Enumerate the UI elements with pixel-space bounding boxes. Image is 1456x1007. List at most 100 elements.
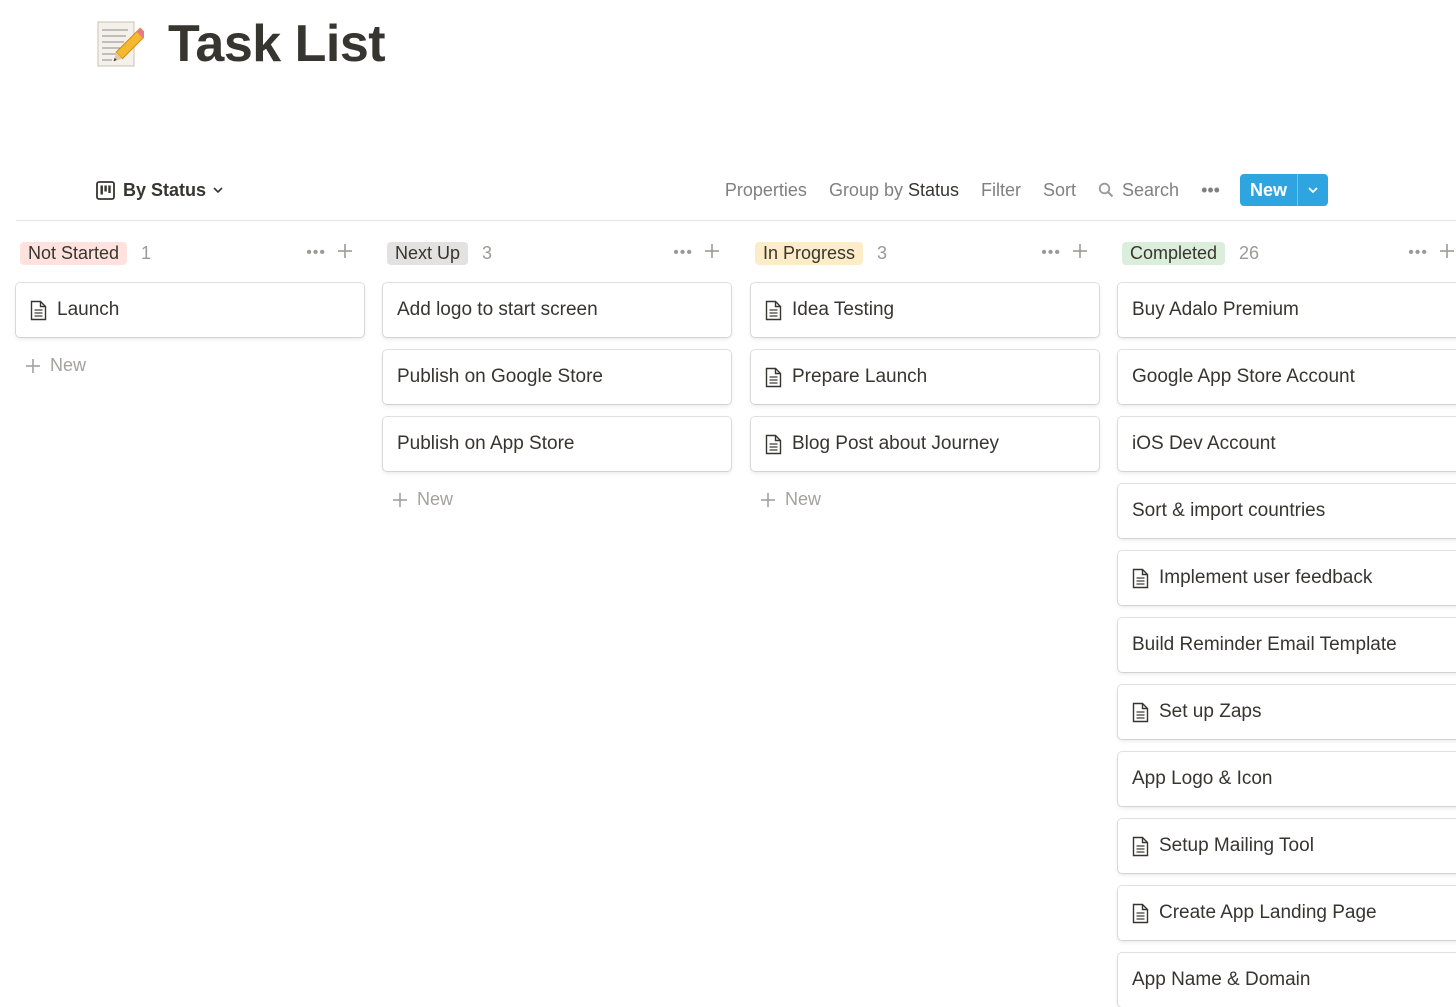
- task-card[interactable]: Blog Post about Journey: [751, 417, 1099, 471]
- column-count: 26: [1239, 242, 1260, 263]
- task-card[interactable]: Set up Zaps: [1118, 685, 1456, 739]
- column-more-button[interactable]: •••: [1041, 244, 1061, 262]
- group-by-button[interactable]: Group by Status: [829, 180, 959, 201]
- group-by-label: Group by: [828, 179, 903, 200]
- view-switcher[interactable]: By Status: [96, 180, 224, 201]
- task-card-title: Publish on App Store: [397, 433, 575, 454]
- task-card[interactable]: Publish on Google Store: [383, 350, 731, 404]
- page-icon: [30, 300, 47, 320]
- add-card-label: New: [50, 355, 87, 375]
- column-tools: •••: [306, 242, 360, 265]
- filter-button[interactable]: Filter: [981, 180, 1021, 201]
- task-card[interactable]: Buy Adalo Premium: [1118, 283, 1456, 337]
- page-icon: [1132, 903, 1149, 923]
- plus-icon: [393, 492, 407, 507]
- group-by-value: Status: [907, 179, 960, 200]
- toolbar-actions: Properties Group by Status Filter Sort S…: [703, 174, 1328, 206]
- add-card-button[interactable]: New: [383, 471, 731, 510]
- task-card[interactable]: Launch: [16, 283, 364, 337]
- page-icon: [765, 300, 782, 320]
- status-badge[interactable]: In Progress: [755, 241, 864, 265]
- column-more-button[interactable]: •••: [1408, 244, 1428, 262]
- task-card[interactable]: iOS Dev Account: [1118, 417, 1456, 471]
- column-count: 3: [482, 242, 493, 263]
- page-icon: [1132, 836, 1149, 856]
- task-card[interactable]: Build Reminder Email Template: [1118, 618, 1456, 672]
- plus-icon: [338, 243, 352, 258]
- sort-button[interactable]: Sort: [1043, 180, 1076, 201]
- task-card[interactable]: Add logo to start screen: [383, 283, 731, 337]
- search-icon: [1098, 182, 1114, 198]
- task-card-title: Blog Post about Journey: [792, 433, 1000, 454]
- add-card-label: New: [417, 489, 454, 509]
- status-badge[interactable]: Not Started: [20, 241, 128, 265]
- chevron-down-icon: [213, 187, 223, 194]
- board-column: Not Started 1 ••• Launch New: [16, 236, 364, 376]
- column-add-button[interactable]: [703, 242, 721, 265]
- task-card[interactable]: Implement user feedback: [1118, 551, 1456, 605]
- task-card-title: Create App Landing Page: [1159, 902, 1377, 923]
- plus-icon: [1440, 243, 1454, 258]
- page-icon: [765, 367, 782, 387]
- column-count: 3: [877, 242, 888, 263]
- page-title[interactable]: Task List: [168, 14, 386, 74]
- task-card-title: Setup Mailing Tool: [1159, 835, 1314, 856]
- column-more-button[interactable]: •••: [306, 244, 326, 262]
- status-badge[interactable]: Completed: [1122, 241, 1226, 265]
- add-card-label: New: [785, 489, 822, 509]
- board-column: Completed 26 ••• Buy Adalo Premium Google Ap…: [1118, 236, 1456, 1007]
- task-card[interactable]: Create App Landing Page: [1118, 886, 1456, 940]
- search-button[interactable]: Search: [1098, 180, 1179, 201]
- new-dropdown-button[interactable]: [1297, 174, 1328, 206]
- column-header: Next Up 3 •••: [383, 236, 731, 270]
- column-add-button[interactable]: [1438, 242, 1456, 265]
- task-card-title: App Name & Domain: [1132, 969, 1311, 990]
- page-icon: [1132, 568, 1149, 588]
- new-button-label[interactable]: New: [1240, 174, 1297, 206]
- column-header: Completed 26 •••: [1118, 236, 1456, 270]
- task-card-title: App Logo & Icon: [1132, 768, 1273, 789]
- plus-icon: [1073, 243, 1087, 258]
- board-column: Next Up 3 ••• Add logo to start screen Publi…: [383, 236, 731, 510]
- add-card-button[interactable]: New: [751, 471, 1099, 510]
- column-header: Not Started 1 •••: [16, 236, 364, 270]
- plus-icon: [761, 492, 775, 507]
- task-card[interactable]: Idea Testing: [751, 283, 1099, 337]
- task-card[interactable]: App Name & Domain: [1118, 953, 1456, 1007]
- column-tools: •••: [673, 242, 727, 265]
- task-card-title: Idea Testing: [792, 299, 895, 320]
- column-body: Launch: [16, 283, 364, 337]
- status-badge[interactable]: Next Up: [387, 241, 469, 265]
- task-card[interactable]: Sort & import countries: [1118, 484, 1456, 538]
- board-column: In Progress 3 ••• Idea Testing Prepare Launc…: [751, 236, 1099, 510]
- task-card[interactable]: Setup Mailing Tool: [1118, 819, 1456, 873]
- more-options-button[interactable]: •••: [1201, 180, 1220, 201]
- new-button[interactable]: New: [1239, 174, 1328, 206]
- add-card-button[interactable]: New: [16, 337, 364, 376]
- task-card-title: Add logo to start screen: [397, 299, 598, 320]
- task-card[interactable]: Google App Store Account: [1118, 350, 1456, 404]
- column-add-button[interactable]: [1071, 242, 1089, 265]
- chevron-down-icon: [1308, 187, 1318, 194]
- page-icon: [765, 434, 782, 454]
- plus-icon: [705, 243, 719, 258]
- task-card-title: Set up Zaps: [1159, 701, 1262, 722]
- task-card-title: Publish on Google Store: [397, 366, 603, 387]
- search-label: Search: [1122, 179, 1180, 200]
- memo-pencil-icon[interactable]: [96, 18, 144, 70]
- task-card[interactable]: Publish on App Store: [383, 417, 731, 471]
- column-tools: •••: [1041, 242, 1095, 265]
- column-add-button[interactable]: [336, 242, 354, 265]
- task-card-title: Buy Adalo Premium: [1132, 299, 1299, 320]
- view-switcher-label: By Status: [123, 179, 207, 200]
- page-header: Task List: [96, 14, 386, 74]
- task-card[interactable]: App Logo & Icon: [1118, 752, 1456, 806]
- task-card-title: Implement user feedback: [1159, 567, 1373, 588]
- task-card-title: Launch: [57, 299, 120, 320]
- properties-button[interactable]: Properties: [725, 180, 807, 201]
- column-more-button[interactable]: •••: [673, 244, 693, 262]
- toolbar-divider: [16, 220, 1456, 221]
- task-card[interactable]: Prepare Launch: [751, 350, 1099, 404]
- column-body: Idea Testing Prepare Launch Blog Post abou…: [751, 283, 1099, 471]
- task-card-title: Google App Store Account: [1132, 366, 1355, 387]
